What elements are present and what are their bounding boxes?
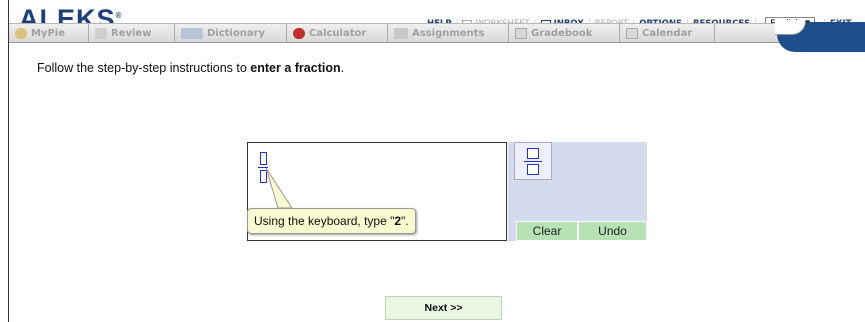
menu-item-assignments[interactable]: Assignments	[388, 24, 509, 42]
menu-item-label: Calculator	[309, 27, 367, 39]
pencil-icon	[394, 27, 408, 39]
clear-button[interactable]: Clear	[516, 221, 578, 241]
menu-item-label: Dictionary	[207, 27, 266, 39]
menu-item-label: Calendar	[642, 27, 693, 39]
menu-item-dictionary[interactable]: Dictionary	[175, 24, 287, 42]
instruction-prefix: Follow the step-by-step instructions to	[37, 61, 251, 75]
menu-item-calculator[interactable]: Calculator	[287, 24, 388, 42]
undo-button[interactable]: Undo	[578, 221, 647, 241]
logo-registered-mark: ®	[115, 11, 122, 20]
menu-item-calendar[interactable]: Calendar	[620, 24, 715, 42]
tooltip-suffix: ".	[401, 214, 409, 228]
answer-box[interactable]: Using the keyboard, type " 2 ".	[247, 142, 507, 241]
menu-item-mypie[interactable]: MyPie	[9, 24, 89, 42]
instruction-text: Follow the step-by-step instructions to …	[37, 61, 344, 75]
menu-item-label: MyPie	[31, 27, 66, 39]
book-icon	[181, 27, 203, 39]
instruction-tooltip: Using the keyboard, type " 2 ".	[247, 208, 416, 234]
menu-item-gradebook[interactable]: Gradebook	[509, 24, 620, 42]
menu-item-label: Review	[111, 27, 152, 39]
menu-item-label: Gradebook	[531, 27, 593, 39]
no-calculator-icon	[293, 27, 305, 39]
fraction-numerator-box[interactable]	[260, 152, 267, 165]
fraction-template-bar	[524, 160, 542, 162]
fraction-template-denominator	[527, 163, 539, 175]
instruction-suffix: .	[340, 61, 345, 75]
instruction-bold: enter a fraction	[250, 61, 341, 75]
fraction-template-numerator	[527, 147, 539, 159]
pie-icon	[15, 27, 27, 39]
menu-bar-tab-decoration	[775, 20, 865, 52]
calendar-icon	[626, 27, 638, 39]
next-button[interactable]: Next >>	[385, 296, 502, 320]
tooltip-bold: 2	[394, 214, 402, 228]
check-icon	[95, 27, 107, 39]
tooltip-prefix: Using the keyboard, type "	[254, 214, 395, 228]
menu-item-review[interactable]: Review	[89, 24, 175, 42]
menu-item-label: Assignments	[412, 27, 485, 39]
tooltip-pointer	[265, 168, 293, 209]
math-palette: Clear Undo	[508, 142, 647, 241]
gradebook-icon	[515, 27, 527, 39]
fraction-template-button[interactable]	[514, 142, 552, 180]
aleks-window: ALEKS® HELP | WORKSHEET | INBOX | REPORT…	[8, 0, 865, 322]
